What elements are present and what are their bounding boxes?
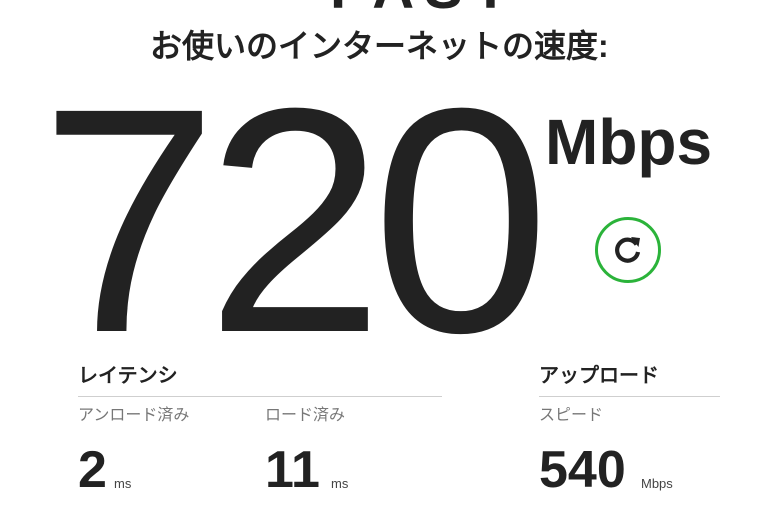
upload-speed-label: スピード xyxy=(539,407,604,424)
loaded-latency-unit: ms xyxy=(331,476,349,491)
upload-speed-value: 540 xyxy=(539,441,626,499)
unloaded-latency-unit: ms xyxy=(114,476,132,491)
download-speed-unit: Mbps xyxy=(545,106,713,178)
loaded-latency-value: 11 xyxy=(265,441,320,499)
refresh-icon xyxy=(615,237,641,263)
upload-speed-unit: Mbps xyxy=(641,476,673,491)
latency-title: レイテンシ xyxy=(78,365,178,387)
refresh-button[interactable] xyxy=(595,217,661,283)
loaded-latency-label: ロード済み xyxy=(265,407,346,424)
download-speed-value: 720 xyxy=(40,41,550,399)
unloaded-latency-value: 2 xyxy=(78,441,107,499)
unloaded-latency-label: アンロード済み xyxy=(78,407,190,424)
fast-logo-fragment: FAST xyxy=(330,0,518,18)
upload-divider xyxy=(539,396,720,397)
upload-title: アップロード xyxy=(539,365,659,387)
latency-divider xyxy=(78,396,442,397)
